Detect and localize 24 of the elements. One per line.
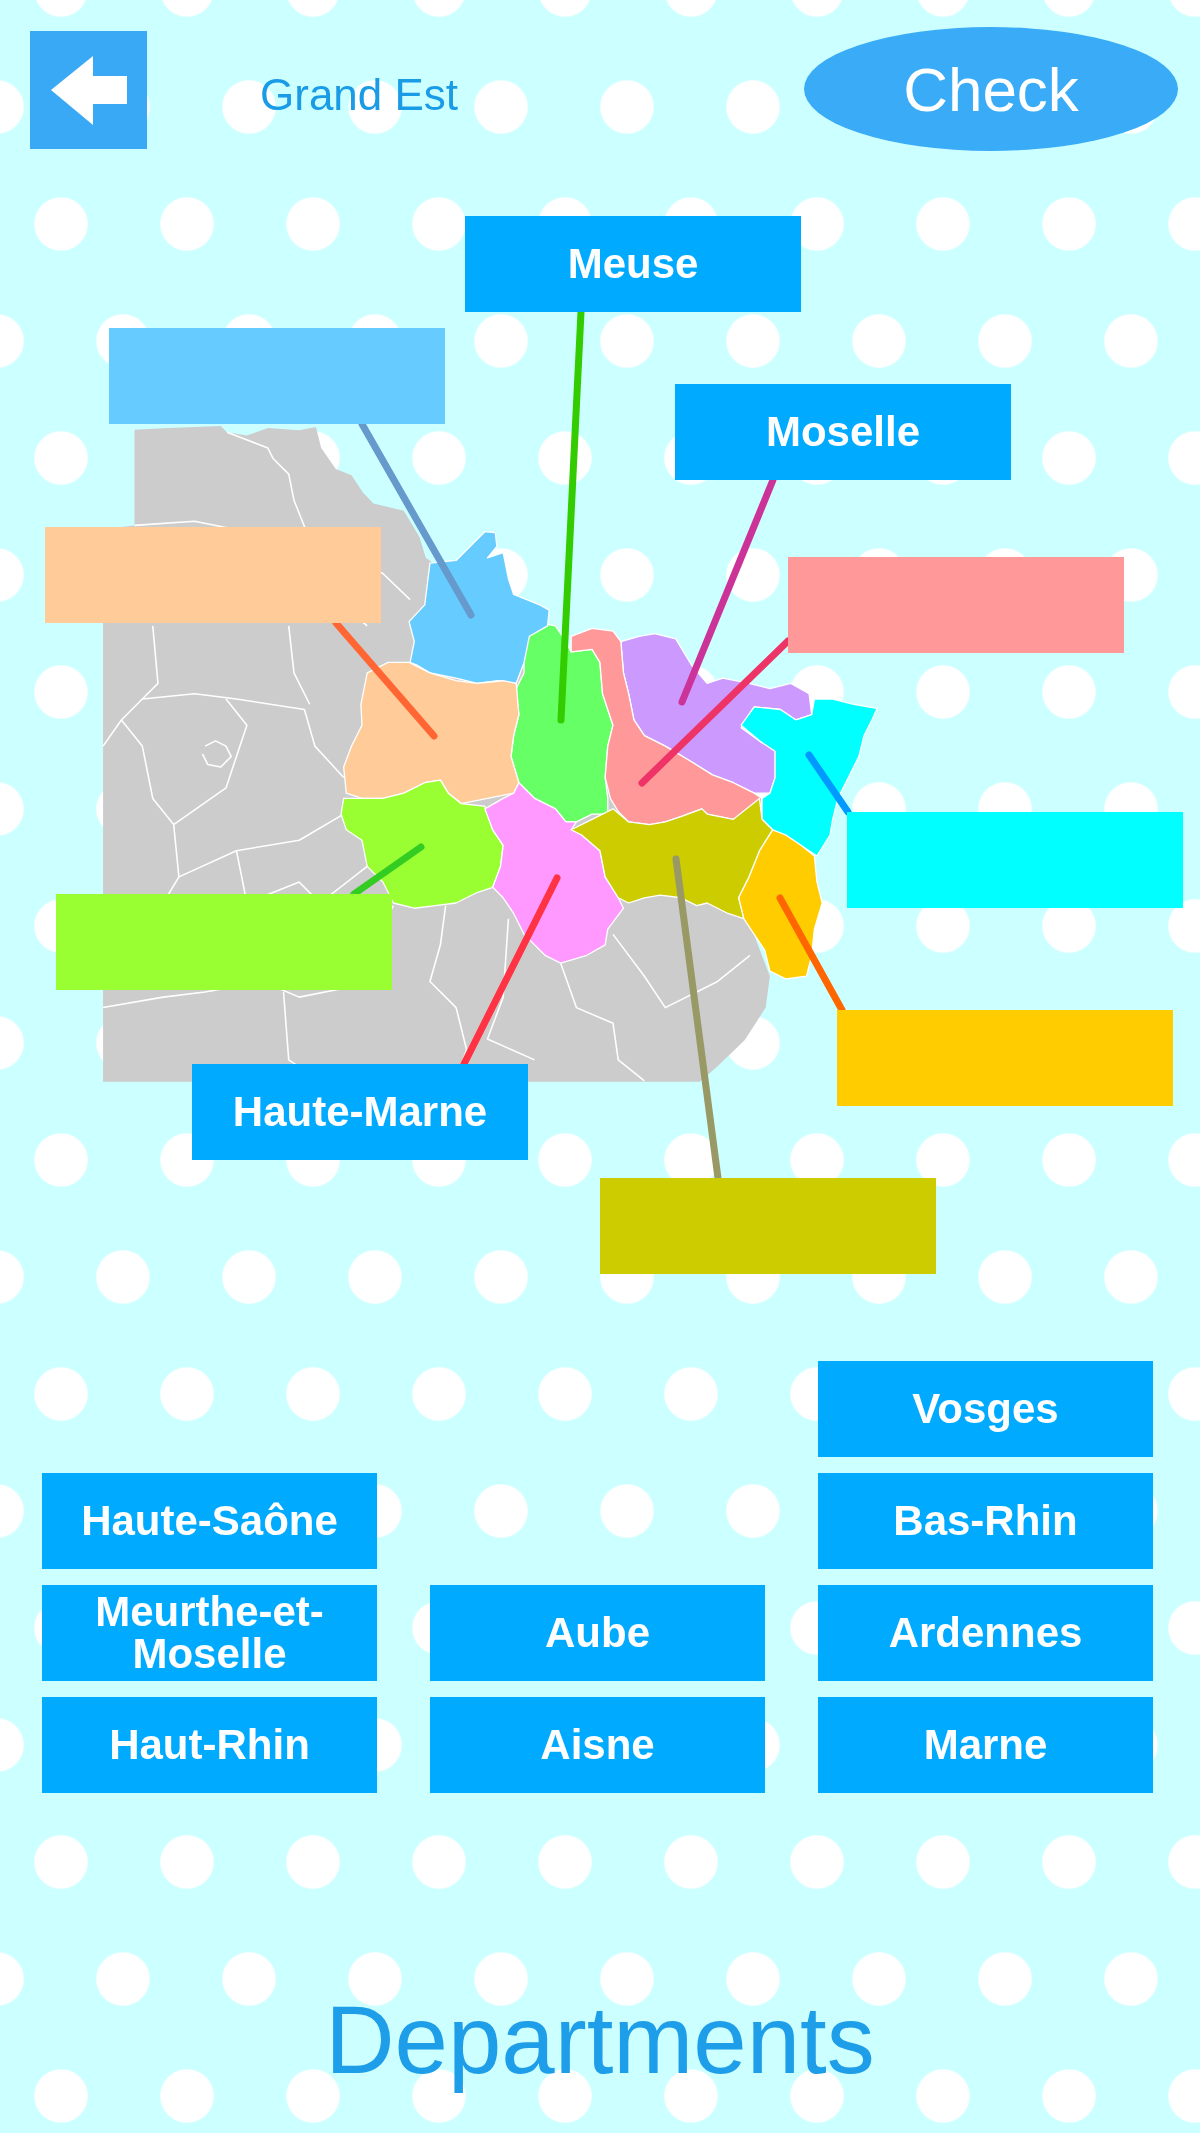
- answer-tile[interactable]: Aisne: [430, 1697, 765, 1793]
- region-title: Grand Est: [260, 69, 459, 121]
- footer-title: Departments: [325, 1986, 875, 2093]
- answer-slot[interactable]: [109, 328, 445, 424]
- answer-slot[interactable]: [56, 894, 392, 990]
- back-button[interactable]: [30, 31, 147, 149]
- answer-slot[interactable]: [837, 1010, 1173, 1106]
- answer-slot[interactable]: Moselle: [675, 384, 1011, 480]
- check-button[interactable]: Check: [804, 27, 1178, 151]
- answer-slot[interactable]: [45, 527, 381, 623]
- answer-tile[interactable]: Bas-Rhin: [818, 1473, 1153, 1569]
- answer-slot[interactable]: Haute-Marne: [192, 1064, 528, 1160]
- answer-tile[interactable]: Haute-Saône: [42, 1473, 377, 1569]
- arrow-left-icon: [50, 55, 127, 125]
- answer-tile[interactable]: Haut-Rhin: [42, 1697, 377, 1793]
- answer-slot[interactable]: [788, 557, 1124, 653]
- answer-tile[interactable]: Ardennes: [818, 1585, 1153, 1681]
- answer-tile[interactable]: Vosges: [818, 1361, 1153, 1457]
- answer-tile[interactable]: Aube: [430, 1585, 765, 1681]
- answer-slot[interactable]: [600, 1178, 936, 1274]
- answer-slot[interactable]: [847, 812, 1183, 908]
- answer-slot[interactable]: Meuse: [465, 216, 801, 312]
- answer-tile[interactable]: Meurthe-et-Moselle: [42, 1585, 377, 1681]
- answer-tile[interactable]: Marne: [818, 1697, 1153, 1793]
